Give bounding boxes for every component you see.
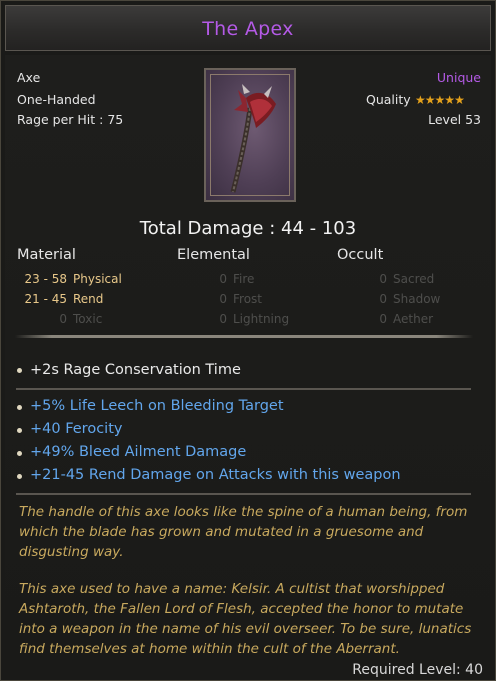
quality-stars: ★★★★★ [415,93,465,107]
damage-value: 0 [219,272,227,286]
damage-type: Shadow [393,292,441,306]
damage-row-fire: 0 Fire [177,272,254,286]
bullet-icon [17,451,22,456]
damage-row-frost: 0 Frost [177,292,262,306]
damage-row-physical: 23 - 58 Physical [17,272,122,286]
axe-icon [230,84,276,193]
item-level: Level 53 [428,112,481,127]
damage-value: 23 - 58 [24,272,68,286]
damage-value: 0 [379,292,387,306]
item-portrait [204,68,296,202]
separator [16,388,471,390]
star-icon: ★ [434,93,446,107]
damage-value: 0 [219,292,227,306]
damage-value: 0 [379,312,387,326]
damage-type: Sacred [393,272,435,286]
damage-type: Toxic [73,312,103,326]
title-bar: The Apex [5,5,491,51]
separator [16,493,471,495]
category-elemental: Elemental [177,247,250,263]
star-icon: ★ [424,93,436,107]
affix-line: +49% Bleed Ailment Damage [30,444,247,460]
damage-value: 0 [379,272,387,286]
star-icon: ★ [444,93,455,107]
damage-row-shadow: 0 Shadow [337,292,440,306]
star-icon: ★ [454,93,465,107]
item-handedness: One-Handed [17,92,96,107]
affix-line: +40 Ferocity [30,421,123,437]
bullet-icon [17,405,22,410]
item-tooltip: The Apex Axe One-Handed Rage per Hit : 7… [0,0,496,681]
star-icon: ★ [415,93,426,107]
damage-value: 0 [59,312,67,326]
damage-type: Frost [233,292,262,306]
damage-row-aether: 0 Aether [337,312,433,326]
rage-per-hit: Rage per Hit : 75 [17,112,124,127]
damage-row-sacred: 0 Sacred [337,272,434,286]
bullet-icon [17,368,22,373]
category-material: Material [17,247,76,263]
lore-paragraph: The handle of this axe looks like the sp… [19,504,468,560]
item-name: The Apex [202,18,294,40]
affix-line: +21-45 Rend Damage on Attacks with this … [30,467,401,483]
damage-value: 21 - 45 [24,292,68,306]
affix-line: +5% Life Leech on Bleeding Target [30,398,284,414]
bullet-icon [17,474,22,479]
rarity-label: Unique [436,70,481,85]
implicit-stat: +2s Rage Conservation Time [30,362,241,378]
divider [15,335,473,338]
category-occult: Occult [337,247,384,263]
bullet-icon [17,428,22,433]
lore-paragraph: This axe used to have a name: Kelsir. A … [19,581,472,657]
quality-label: Quality [366,92,411,107]
damage-type: Lightning [233,312,290,326]
damage-row-rend: 21 - 45 Rend [17,292,104,306]
damage-type: Aether [393,312,434,326]
required-level: Required Level: 40 [352,662,483,678]
item-type: Axe [17,70,41,85]
damage-type: Fire [233,272,255,286]
damage-row-lightning: 0 Lightning [177,312,289,326]
total-damage: Total Damage : 44 - 103 [139,218,357,239]
damage-value: 0 [219,312,227,326]
damage-type: Rend [73,292,104,306]
damage-row-toxic: 0 Toxic [17,312,102,326]
damage-type: Physical [73,272,122,286]
